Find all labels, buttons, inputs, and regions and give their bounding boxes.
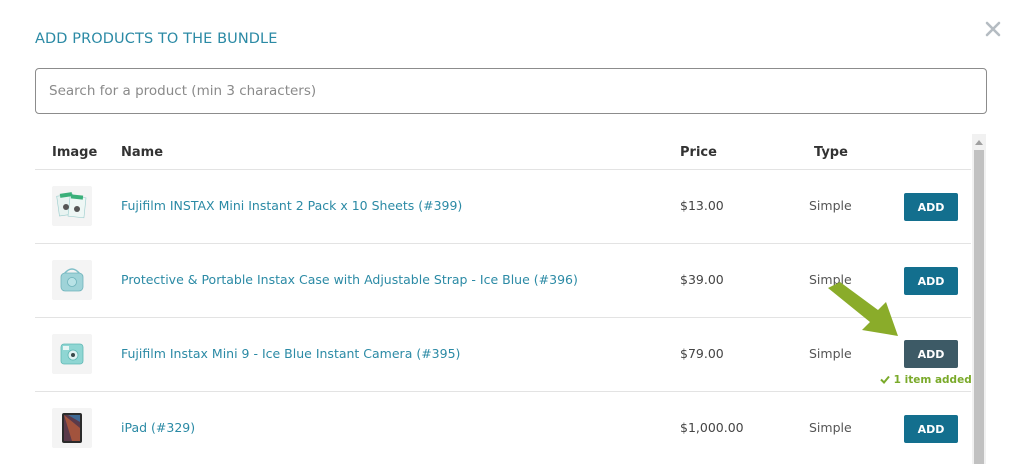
tablet-icon	[62, 413, 82, 443]
scrollbar-thumb[interactable]	[974, 150, 984, 464]
product-thumbnail	[52, 260, 92, 300]
product-thumbnail	[52, 334, 92, 374]
add-button[interactable]: ADD	[904, 193, 958, 221]
table-row: iPad (#329) $1,000.00 Simple ADD	[35, 392, 971, 464]
table-row: Protective & Portable Instax Case with A…	[35, 244, 971, 318]
checkmark-icon	[880, 375, 890, 384]
column-header-image: Image	[52, 145, 98, 160]
product-name-link[interactable]: Protective & Portable Instax Case with A…	[121, 272, 578, 287]
product-name-link[interactable]: iPad (#329)	[121, 420, 195, 435]
product-name-link[interactable]: Fujifilm Instax Mini 9 - Ice Blue Instan…	[121, 346, 460, 361]
product-price: $79.00	[680, 346, 724, 361]
table-row: Fujifilm INSTAX Mini Instant 2 Pack x 10…	[35, 170, 971, 244]
modal-title: ADD PRODUCTS TO THE BUNDLE	[35, 31, 278, 47]
product-thumbnail	[52, 408, 92, 448]
item-added-text: 1 item added	[893, 374, 971, 386]
column-header-type: Type	[814, 145, 848, 160]
table-row: Fujifilm Instax Mini 9 - Ice Blue Instan…	[35, 318, 971, 392]
item-added-status: 1 item added	[880, 374, 971, 386]
product-thumbnail	[52, 186, 92, 226]
add-button[interactable]: ADD	[904, 267, 958, 295]
vertical-scrollbar[interactable]	[972, 134, 986, 464]
caret-up-icon	[975, 139, 983, 145]
products-table: Image Name Price Type Fujifilm INSTAX Mi…	[35, 134, 971, 464]
table-header: Image Name Price Type	[35, 134, 971, 170]
column-header-name: Name	[121, 145, 164, 160]
product-price: $1,000.00	[680, 420, 744, 435]
product-price: $13.00	[680, 198, 724, 213]
product-search-input[interactable]	[35, 68, 987, 114]
add-products-modal: ADD PRODUCTS TO THE BUNDLE Image Name Pr…	[0, 0, 1022, 464]
instant-camera-icon	[60, 343, 84, 365]
product-type: Simple	[809, 420, 852, 435]
close-button[interactable]	[982, 18, 1004, 40]
camera-case-icon	[60, 268, 84, 292]
product-type: Simple	[809, 346, 852, 361]
film-pack-icon	[56, 192, 87, 219]
add-button[interactable]: ADD	[904, 415, 958, 443]
product-price: $39.00	[680, 272, 724, 287]
scroll-up-arrow[interactable]	[972, 134, 986, 150]
product-name-link[interactable]: Fujifilm INSTAX Mini Instant 2 Pack x 10…	[121, 198, 462, 213]
product-type: Simple	[809, 272, 852, 287]
close-icon	[985, 21, 1001, 37]
column-header-price: Price	[680, 145, 717, 160]
product-type: Simple	[809, 198, 852, 213]
add-button[interactable]: ADD	[904, 340, 958, 368]
